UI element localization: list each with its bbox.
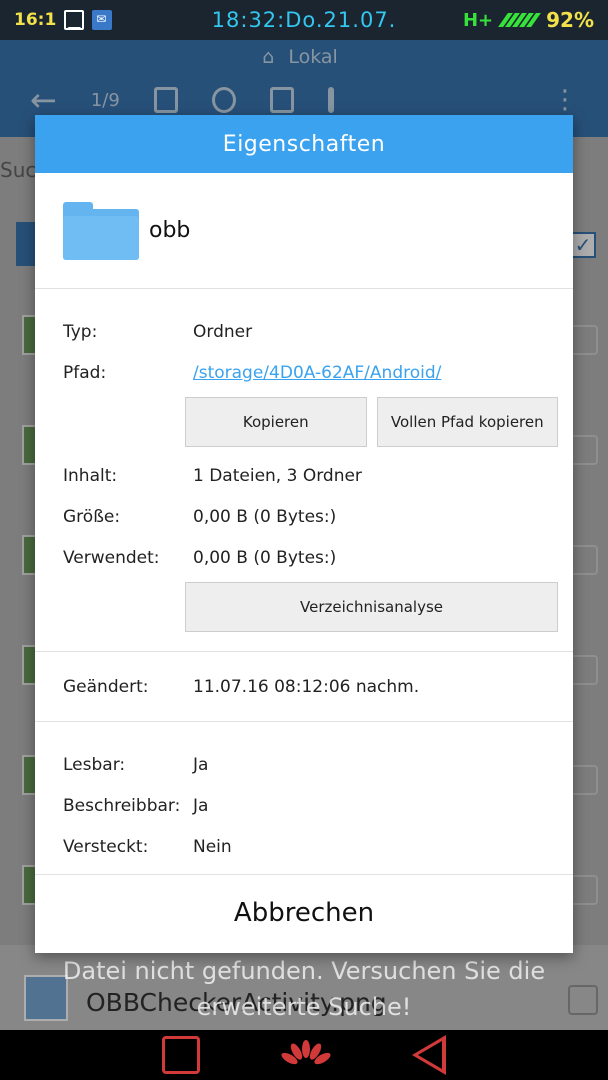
copy-full-path-button[interactable]: Vollen Pfad kopieren: [376, 397, 558, 447]
modified-section: Geändert: 11.07.16 08:12:06 nachm.: [35, 652, 573, 722]
size-value: 0,00 B (0 Bytes:): [193, 506, 337, 527]
path-label: Pfad:: [63, 362, 107, 383]
mail-notification-icon: [92, 10, 113, 30]
network-type: H+: [462, 9, 494, 31]
type-row: Typ: Ordner: [63, 311, 558, 352]
readable-row: Lesbar: Ja: [63, 744, 558, 785]
battery-level: 92%: [546, 8, 594, 32]
used-value: 0,00 B (0 Bytes:): [193, 547, 337, 568]
status-notifications: 16:1: [14, 10, 113, 30]
directory-analysis-button[interactable]: Verzeichnisanalyse: [185, 582, 558, 632]
toast-message: Datei nicht gefunden. Versuchen Sie die …: [62, 957, 546, 1021]
signal-strength-icon: [498, 13, 542, 27]
hidden-row: Versteckt: Nein: [63, 826, 558, 867]
dialog-header: obb: [35, 173, 573, 289]
back-icon[interactable]: [412, 1035, 446, 1075]
attributes-section: Lesbar: Ja Beschreibbar: Ja Versteckt: N…: [35, 722, 573, 875]
properties-dialog: Eigenschaften obb Typ: Ordner Pfad: /sto…: [35, 115, 573, 953]
readable-value: Ja: [193, 754, 209, 775]
path-link[interactable]: /storage/4D0A-62AF/Android/: [193, 363, 558, 383]
status-bar: 16:1 18:32:Do.21.07. H+ 92%: [0, 0, 608, 40]
info-section: Typ: Ordner Pfad: /storage/4D0A-62AF/And…: [35, 289, 573, 652]
writable-value: Ja: [193, 795, 209, 816]
content-row: Inhalt: 1 Dateien, 3 Ordner: [63, 455, 558, 496]
path-row: Pfad: /storage/4D0A-62AF/Android/: [63, 352, 558, 393]
huawei-home-icon[interactable]: [279, 1040, 333, 1070]
type-value: Ordner: [193, 321, 253, 342]
hidden-label: Versteckt:: [63, 836, 149, 857]
used-row: Verwendet: 0,00 B (0 Bytes:): [63, 537, 558, 578]
writable-label: Beschreibbar:: [63, 795, 181, 816]
used-label: Verwendet:: [63, 547, 160, 568]
copy-button[interactable]: Kopieren: [185, 397, 367, 447]
size-row: Größe: 0,00 B (0 Bytes:): [63, 496, 558, 537]
item-name: obb: [149, 218, 191, 243]
content-value: 1 Dateien, 3 Ordner: [193, 465, 362, 486]
modified-row: Geändert: 11.07.16 08:12:06 nachm.: [63, 666, 558, 707]
folder-icon: [63, 201, 139, 260]
modified-value: 11.07.16 08:12:06 nachm.: [193, 676, 420, 697]
dialog-title: Eigenschaften: [35, 115, 573, 173]
content-label: Inhalt:: [63, 465, 118, 486]
modified-label: Geändert:: [63, 676, 149, 697]
type-label: Typ:: [63, 321, 98, 342]
recent-apps-icon[interactable]: [162, 1036, 200, 1074]
writable-row: Beschreibbar: Ja: [63, 785, 558, 826]
size-label: Größe:: [63, 506, 121, 527]
readable-label: Lesbar:: [63, 754, 126, 775]
gallery-notification-icon: [64, 10, 85, 30]
cancel-button[interactable]: Abbrechen: [35, 875, 573, 951]
notification-count: 16:1: [14, 10, 57, 30]
navigation-bar: [0, 1030, 608, 1080]
hidden-value: Nein: [193, 836, 232, 857]
